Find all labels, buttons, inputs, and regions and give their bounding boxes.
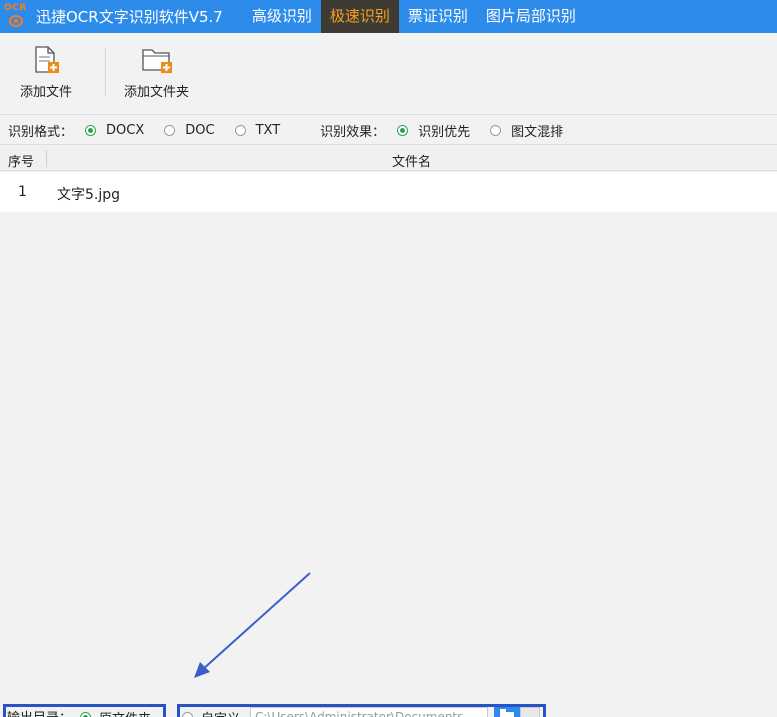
file-table-body: 1 文字5.jpg	[0, 172, 777, 212]
add-folder-icon	[141, 49, 172, 73]
format-txt-radio[interactable]: TXT	[234, 123, 280, 138]
radio-dot	[182, 712, 193, 717]
column-header-filename[interactable]: 文件名	[392, 151, 431, 170]
original-folder-radio[interactable]: 原文件夹	[80, 708, 151, 717]
app-logo-text: OCR	[4, 3, 27, 13]
column-divider[interactable]	[46, 150, 47, 167]
add-file-button[interactable]: 添加文件	[20, 45, 72, 100]
tab-advanced-recognition[interactable]: 高级识别	[243, 0, 321, 33]
add-folder-button[interactable]: 添加文件夹	[124, 45, 189, 100]
folder-icon	[500, 709, 514, 717]
recognition-options-row: 识别格式： DOCX DOC TXT 识别效果： 识别优先 图文混排	[0, 116, 777, 145]
add-file-label: 添加文件	[20, 85, 73, 100]
effect-mixed-layout-radio[interactable]: 图文混排	[490, 121, 563, 140]
tab-ticket-recognition[interactable]: 票证识别	[399, 0, 477, 33]
tab-fast-recognition[interactable]: 极速识别	[320, 0, 399, 33]
browse-folder-button[interactable]	[494, 707, 520, 717]
column-header-index[interactable]: 序号	[8, 151, 34, 170]
effect-recognition-first-radio[interactable]: 识别优先	[397, 121, 470, 140]
radio-dot	[85, 124, 97, 136]
radio-dot	[80, 712, 91, 717]
table-row[interactable]: 1 文字5.jpg	[0, 172, 777, 212]
toolbar: 添加文件 添加文件夹	[0, 33, 777, 115]
format-doc-radio[interactable]: DOC	[164, 123, 215, 138]
annotation-arrow-icon	[194, 572, 311, 678]
radio-dot	[234, 124, 246, 136]
app-logo-icon: OCR	[0, 0, 30, 33]
output-directory-bar: 输出目录： 原文件夹 自定义 C:\Users\Administrator\Do…	[0, 702, 777, 717]
open-folder-button[interactable]	[520, 707, 540, 717]
toolbar-divider	[105, 47, 106, 97]
add-file-icon	[35, 46, 59, 73]
file-list-empty-area[interactable]	[0, 212, 777, 692]
output-path-input[interactable]: C:\Users\Administrator\Documents	[250, 707, 488, 717]
tab-partial-image-recognition[interactable]: 图片局部识别	[477, 0, 585, 33]
radio-dot	[397, 124, 409, 136]
file-table-header: 序号 文件名	[0, 146, 777, 171]
radio-dot	[490, 124, 502, 136]
format-docx-radio[interactable]: DOCX	[85, 123, 144, 138]
format-label: 识别格式：	[8, 124, 74, 140]
radio-dot	[164, 124, 176, 136]
add-folder-label: 添加文件夹	[124, 85, 190, 100]
custom-folder-radio[interactable]: 自定义	[182, 708, 240, 717]
app-title: 迅捷OCR文字识别软件V5.7	[36, 8, 223, 26]
output-directory-label: 输出目录：	[7, 707, 72, 717]
title-menu-bar: OCR 迅捷OCR文字识别软件V5.7 高级识别 极速识别 票证识别 图片局部识…	[0, 0, 777, 33]
row-index: 1	[18, 184, 27, 200]
effect-label: 识别效果：	[320, 124, 386, 140]
row-filename: 文字5.jpg	[57, 187, 121, 203]
